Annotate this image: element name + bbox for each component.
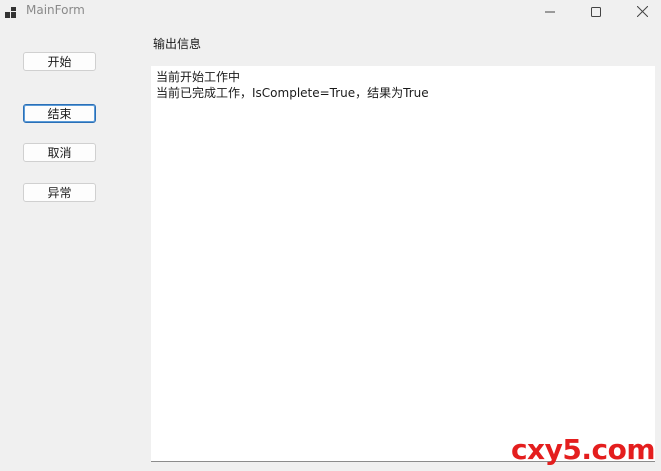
output-line: 当前已完成工作，IsComplete=True，结果为True [156,86,429,100]
maximize-icon [591,2,601,21]
main-window: MainForm 开始 结束 取消 异常 输出信息 当前开始工作中 当前已完成工… [0,0,661,471]
output-label: 输出信息 [153,37,202,51]
watermark-logo: cxy5.com [510,433,656,466]
app-icon [5,4,17,18]
output-line: 当前开始工作中 [156,70,241,84]
start-button[interactable]: 开始 [23,52,96,71]
error-button[interactable]: 异常 [23,183,96,202]
cancel-button[interactable]: 取消 [23,143,96,162]
close-icon [636,2,648,21]
output-textbox[interactable]: 当前开始工作中 当前已完成工作，IsComplete=True，结果为True [151,66,655,462]
minimize-icon [545,2,555,21]
end-button[interactable]: 结束 [23,104,96,123]
close-button[interactable] [619,0,661,22]
title-bar[interactable]: MainForm [0,0,661,22]
minimize-button[interactable] [527,0,573,22]
maximize-button[interactable] [573,0,619,22]
window-title: MainForm [26,3,85,17]
